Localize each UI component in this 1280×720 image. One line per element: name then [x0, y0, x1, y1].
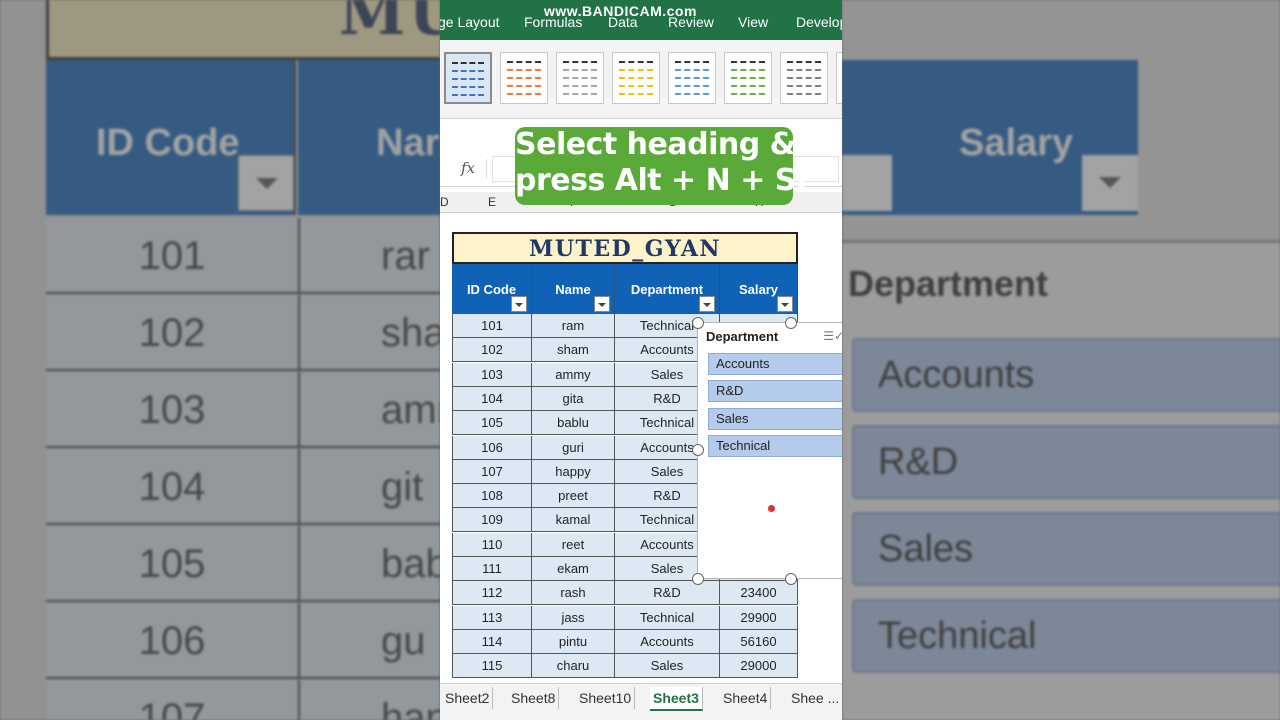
- table-cell-id[interactable]: 113: [452, 605, 532, 630]
- resize-handle[interactable]: [692, 573, 704, 585]
- table-cell-dept[interactable]: Technical: [615, 605, 720, 630]
- table-row: 112 rash R&D 23400: [452, 581, 798, 606]
- department-slicer[interactable]: Department ☰✓ Accounts R&D Sales Technic…: [697, 322, 842, 579]
- table-style-thumbnail[interactable]: [612, 52, 660, 104]
- sheet-tab-sheet3[interactable]: Sheet3: [650, 687, 703, 711]
- slicer-item-technical[interactable]: Technical: [708, 435, 842, 457]
- sheet-tab-sheet2[interactable]: Sheet2: [442, 687, 494, 709]
- recording-watermark: www.BANDICAM.com: [544, 3, 697, 19]
- table-cell-salary[interactable]: 29900: [720, 605, 798, 630]
- resize-handle[interactable]: [692, 317, 704, 329]
- table-row: 114 pintu Accounts 56160: [452, 629, 798, 654]
- table-cell-name[interactable]: rash: [532, 581, 615, 606]
- column-header-e[interactable]: E: [488, 195, 496, 209]
- sheet-tab-bar: Sheet2 Sheet8 Sheet10 Sheet3 Sheet4 Shee…: [440, 683, 842, 720]
- resize-handle[interactable]: [785, 573, 797, 585]
- table-cell-salary[interactable]: 56160: [720, 629, 798, 654]
- table-cell-name[interactable]: charu: [532, 654, 615, 679]
- table-cell-id[interactable]: 112: [452, 581, 532, 606]
- table-cell-name[interactable]: preet: [532, 484, 615, 509]
- ribbon-tab-bar: ge Layout Formulas Data Review View Deve…: [440, 0, 842, 40]
- header-department-label: Department: [630, 282, 704, 297]
- table-style-gallery: [440, 40, 842, 119]
- table-cell-id[interactable]: 103: [452, 362, 532, 387]
- column-header-d[interactable]: D: [440, 195, 449, 209]
- table-cell-name[interactable]: happy: [532, 459, 615, 484]
- slicer-item-sales[interactable]: Sales: [708, 408, 842, 430]
- table-cell-id[interactable]: 111: [452, 557, 532, 581]
- filter-dropdown-icon[interactable]: [777, 296, 793, 312]
- table-style-thumbnail[interactable]: [444, 52, 492, 104]
- table-style-thumbnail[interactable]: [500, 52, 548, 104]
- sheet-tab-sheet4[interactable]: Sheet4: [720, 687, 772, 709]
- table-style-thumbnail[interactable]: [668, 52, 716, 104]
- slicer-item-rnd[interactable]: R&D: [708, 380, 842, 402]
- slicer-title: Department: [706, 329, 779, 344]
- tab-page-layout[interactable]: ge Layout: [440, 14, 500, 30]
- table-cell-name[interactable]: ammy: [532, 362, 615, 387]
- filter-dropdown-icon[interactable]: [699, 296, 715, 312]
- table-cell-dept[interactable]: R&D: [615, 581, 720, 606]
- table-cell-salary[interactable]: 29000: [720, 654, 798, 679]
- table-cell-id[interactable]: 107: [452, 459, 532, 484]
- table-header-row: ID Code Name Department Salary: [452, 264, 798, 314]
- table-cell-id[interactable]: 104: [452, 386, 532, 411]
- table-cell-id[interactable]: 110: [452, 532, 532, 557]
- table-cell-id[interactable]: 115: [452, 654, 532, 679]
- slicer-item-accounts[interactable]: Accounts: [708, 353, 842, 375]
- table-row: 113 jass Technical 29900: [452, 605, 798, 630]
- table-cell-id[interactable]: 108: [452, 484, 532, 509]
- header-name-label: Name: [555, 282, 591, 297]
- table-cell-id[interactable]: 114: [452, 629, 532, 654]
- table-style-thumbnail[interactable]: [724, 52, 772, 104]
- sheet-title[interactable]: MUTED_GYAN: [452, 232, 798, 264]
- table-cell-id[interactable]: 102: [452, 338, 532, 363]
- table-cell-name[interactable]: reet: [532, 532, 615, 557]
- header-id-code[interactable]: ID Code: [452, 264, 532, 314]
- table-style-thumbnail[interactable]: [836, 52, 842, 104]
- instruction-banner: Select heading & press Alt + N + SF: [515, 127, 816, 205]
- table-cell-dept[interactable]: Sales: [615, 654, 720, 679]
- header-name[interactable]: Name: [532, 264, 615, 314]
- table-row: 115 charu Sales 29000: [452, 654, 798, 679]
- tab-developer[interactable]: Develop: [796, 14, 842, 30]
- tab-view[interactable]: View: [738, 14, 768, 30]
- sheet-tab-sheet8[interactable]: Sheet8: [508, 687, 560, 709]
- cursor-indicator: [768, 505, 775, 512]
- instruction-line-2: press Alt + N + SF: [515, 163, 816, 198]
- table-cell-name[interactable]: ekam: [532, 557, 615, 581]
- table-cell-name[interactable]: gita: [532, 386, 615, 411]
- sheet-tab-more[interactable]: Shee ...: [788, 687, 842, 709]
- table-style-thumbnail[interactable]: [556, 52, 604, 104]
- multi-select-icon[interactable]: ☰✓: [823, 329, 842, 343]
- filter-dropdown-icon[interactable]: [594, 296, 610, 312]
- instruction-line-1: Select heading &: [515, 127, 796, 162]
- table-cell-name[interactable]: bablu: [532, 411, 615, 436]
- resize-handle[interactable]: [785, 317, 797, 329]
- table-cell-id[interactable]: 106: [452, 435, 532, 460]
- insert-function-icon[interactable]: fx: [450, 159, 487, 179]
- header-department[interactable]: Department: [615, 264, 720, 314]
- table-cell-id[interactable]: 109: [452, 508, 532, 533]
- sheet-tab-sheet10[interactable]: Sheet10: [576, 687, 636, 709]
- table-cell-salary[interactable]: 23400: [720, 581, 798, 606]
- table-cell-name[interactable]: kamal: [532, 508, 615, 533]
- table-style-thumbnail[interactable]: [780, 52, 828, 104]
- resize-handle[interactable]: [692, 444, 704, 456]
- excel-window: ge Layout Formulas Data Review View Deve…: [440, 0, 842, 720]
- header-salary[interactable]: Salary: [720, 264, 798, 314]
- header-id-code-label: ID Code: [466, 282, 517, 297]
- table-cell-id[interactable]: 105: [452, 411, 532, 436]
- table-cell-name[interactable]: sham: [532, 338, 615, 363]
- table-cell-name[interactable]: jass: [532, 605, 615, 630]
- table-cell-name[interactable]: ram: [532, 314, 615, 338]
- table-cell-name[interactable]: guri: [532, 435, 615, 460]
- table-cell-dept[interactable]: Accounts: [615, 629, 720, 654]
- filter-dropdown-icon[interactable]: [511, 296, 527, 312]
- table-cell-name[interactable]: pintu: [532, 629, 615, 654]
- header-salary-label: Salary: [738, 282, 779, 297]
- table-cell-id[interactable]: 101: [452, 314, 532, 338]
